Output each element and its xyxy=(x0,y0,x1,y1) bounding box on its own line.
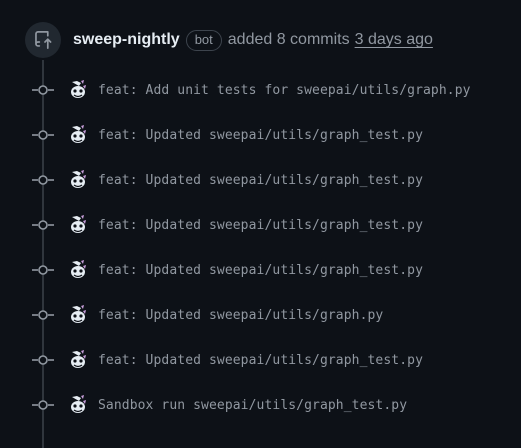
sweep-bot-avatar-icon[interactable] xyxy=(68,395,88,415)
commit-row: feat: Add unit tests for sweepai/utils/g… xyxy=(32,78,471,102)
repo-push-icon xyxy=(25,22,61,58)
commit-row: feat: Updated sweepai/utils/graph_test.p… xyxy=(32,123,423,147)
commit-message-link[interactable]: feat: Add unit tests for sweepai/utils/g… xyxy=(98,83,471,98)
git-commit-icon xyxy=(32,127,54,143)
commit-row: feat: Updated sweepai/utils/graph.py xyxy=(32,303,383,327)
commit-message-link[interactable]: feat: Updated sweepai/utils/graph_test.p… xyxy=(98,263,423,278)
sweep-bot-avatar-icon[interactable] xyxy=(68,260,88,280)
sweep-bot-avatar-icon[interactable] xyxy=(68,170,88,190)
commit-row: feat: Updated sweepai/utils/graph_test.p… xyxy=(32,348,423,372)
commit-message-link[interactable]: feat: Updated sweepai/utils/graph_test.p… xyxy=(98,128,423,143)
git-commit-icon xyxy=(32,307,54,323)
timestamp-link[interactable]: 3 days ago xyxy=(355,31,433,49)
git-commit-icon xyxy=(32,262,54,278)
sweep-bot-avatar-icon[interactable] xyxy=(68,125,88,145)
event-action: added 8 commits xyxy=(227,31,350,48)
bot-badge: bot xyxy=(185,29,222,51)
git-commit-icon xyxy=(32,352,54,368)
commit-row: feat: Updated sweepai/utils/graph_test.p… xyxy=(32,258,423,282)
sweep-bot-avatar-icon[interactable] xyxy=(68,305,88,325)
sweep-bot-avatar-icon[interactable] xyxy=(68,215,88,235)
sweep-bot-avatar-icon[interactable] xyxy=(68,350,88,370)
event-header: sweep-nightly bot added 8 commits 3 days… xyxy=(25,22,433,58)
git-commit-icon xyxy=(32,217,54,233)
git-commit-icon xyxy=(32,82,54,98)
commit-message-link[interactable]: feat: Updated sweepai/utils/graph_test.p… xyxy=(98,218,423,233)
git-commit-icon xyxy=(32,172,54,188)
commit-message-link[interactable]: feat: Updated sweepai/utils/graph.py xyxy=(98,308,383,323)
commit-row: feat: Updated sweepai/utils/graph_test.p… xyxy=(32,168,423,192)
git-commit-icon xyxy=(32,397,54,413)
timeline-line xyxy=(42,60,44,448)
commit-message-link[interactable]: feat: Updated sweepai/utils/graph_test.p… xyxy=(98,173,423,188)
actor-link[interactable]: sweep-nightly xyxy=(73,31,180,49)
timeline-event: sweep-nightly bot added 8 commits 3 days… xyxy=(0,0,521,448)
sweep-bot-avatar-icon[interactable] xyxy=(68,80,88,100)
commit-message-link[interactable]: feat: Updated sweepai/utils/graph_test.p… xyxy=(98,353,423,368)
commit-row: Sandbox run sweepai/utils/graph_test.py xyxy=(32,393,407,417)
commit-row: feat: Updated sweepai/utils/graph_test.p… xyxy=(32,213,423,237)
commit-message-link[interactable]: Sandbox run sweepai/utils/graph_test.py xyxy=(98,398,407,413)
